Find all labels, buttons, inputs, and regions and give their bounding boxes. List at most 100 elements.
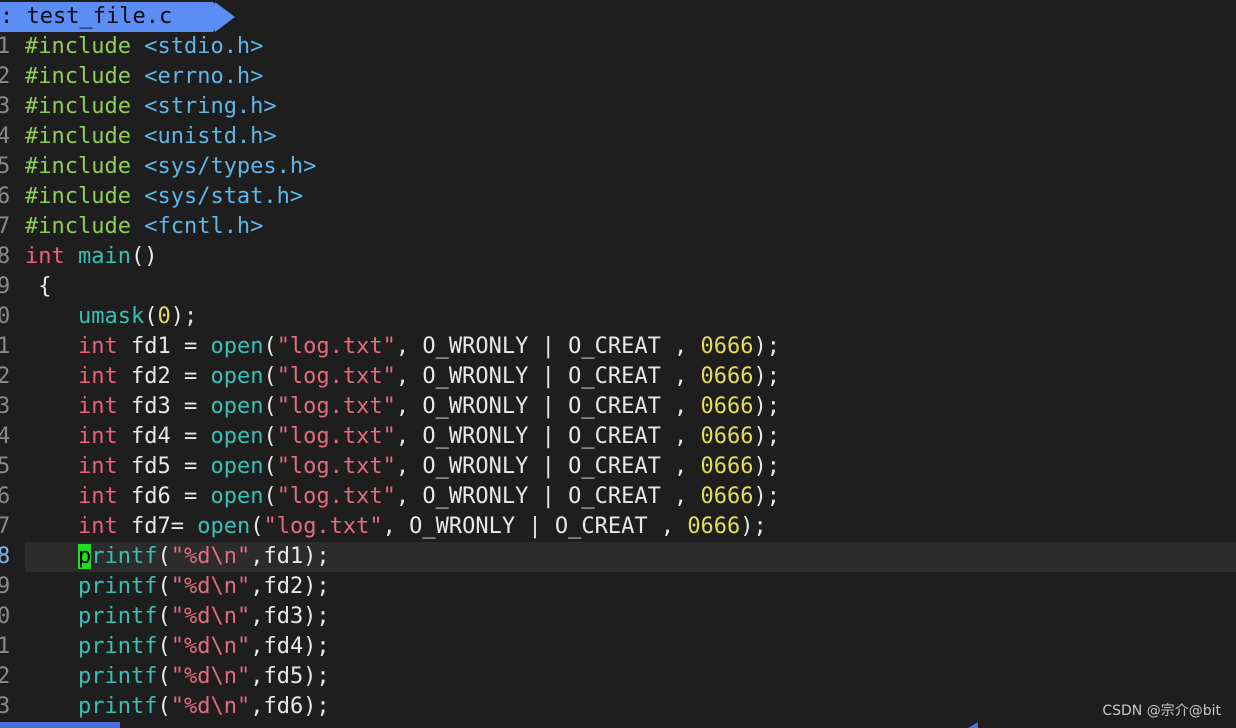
- code-token: (: [157, 664, 171, 689]
- line-code: printf("%d\n",fd6);: [25, 692, 330, 722]
- code-line[interactable]: 0 umask(0);: [0, 302, 1236, 332]
- code-token: );: [170, 304, 198, 329]
- code-token: fd4 =: [117, 424, 211, 449]
- code-line[interactable]: 3 printf("%d\n",fd6);: [0, 692, 1236, 722]
- line-code: int fd7= open("log.txt", O_WRONLY | O_CR…: [25, 512, 767, 542]
- code-token: 0666: [700, 364, 754, 389]
- line-code: #include <unistd.h>: [25, 122, 277, 152]
- code-line[interactable]: 6 int fd6 = open("log.txt", O_WRONLY | O…: [0, 482, 1236, 512]
- code-token: "%d\n": [170, 604, 251, 629]
- code-token: 0666: [687, 514, 741, 539]
- code-token: rintf: [91, 544, 158, 569]
- code-line[interactable]: 2 #include <errno.h>: [0, 62, 1236, 92]
- line-code: #include <fcntl.h>: [25, 212, 263, 242]
- tab-test-file[interactable]: : test_file.c: [0, 2, 215, 32]
- code-token: (: [157, 574, 171, 599]
- code-line-current[interactable]: 8 printf("%d\n",fd1);: [0, 542, 1236, 572]
- code-token: "log.txt": [276, 364, 396, 389]
- code-line[interactable]: 2 printf("%d\n",fd5);: [0, 662, 1236, 692]
- code-line[interactable]: 6 #include <sys/stat.h>: [0, 182, 1236, 212]
- code-token: );: [753, 394, 781, 419]
- code-line[interactable]: 1 int fd1 = open("log.txt", O_WRONLY | O…: [0, 332, 1236, 362]
- code-line[interactable]: 4 int fd4 = open("log.txt", O_WRONLY | O…: [0, 422, 1236, 452]
- code-token: ,fd3);: [250, 604, 330, 629]
- code-token: 0666: [700, 424, 754, 449]
- code-token: #include: [25, 94, 145, 119]
- code-line[interactable]: 1 printf("%d\n",fd4);: [0, 632, 1236, 662]
- code-token: #include: [25, 154, 145, 179]
- code-line[interactable]: 3 #include <string.h>: [0, 92, 1236, 122]
- code-token: 0666: [700, 394, 754, 419]
- line-code: printf("%d\n",fd5);: [25, 662, 330, 692]
- code-token: , O_WRONLY | O_CREAT ,: [395, 334, 701, 359]
- code-token: , O_WRONLY | O_CREAT ,: [382, 514, 688, 539]
- code-line[interactable]: 9 {: [0, 272, 1236, 302]
- code-token: #include: [25, 214, 145, 239]
- line-number: 7: [0, 514, 11, 539]
- code-token: );: [753, 484, 781, 509]
- statusline-left: [0, 722, 120, 728]
- code-token: printf: [77, 604, 158, 629]
- code-token: );: [753, 334, 781, 359]
- code-line[interactable]: 1 #include <stdio.h>: [0, 32, 1236, 62]
- code-line[interactable]: 0 printf("%d\n",fd3);: [0, 602, 1236, 632]
- code-token: open: [210, 394, 264, 419]
- code-area[interactable]: 1 #include <stdio.h> 2 #include <errno.h> 3 #…: [0, 32, 1236, 722]
- code-token: #include: [25, 34, 145, 59]
- line-number: 1: [0, 34, 11, 59]
- line-code: int fd5 = open("log.txt", O_WRONLY | O_C…: [25, 452, 780, 482]
- code-token: (: [263, 424, 277, 449]
- code-token: int: [77, 334, 118, 359]
- code-line[interactable]: 8 int main(): [0, 242, 1236, 272]
- code-token: open: [210, 484, 264, 509]
- code-token: main: [78, 244, 131, 269]
- code-token: (: [263, 454, 277, 479]
- line-number: 3: [0, 694, 11, 719]
- statusline-right-marker: [968, 722, 978, 728]
- line-code: int fd3 = open("log.txt", O_WRONLY | O_C…: [25, 392, 780, 422]
- code-line[interactable]: 9 printf("%d\n",fd2);: [0, 572, 1236, 602]
- code-token: fd6 =: [117, 484, 211, 509]
- code-token: (: [157, 634, 171, 659]
- code-line[interactable]: 7 int fd7= open("log.txt", O_WRONLY | O_…: [0, 512, 1236, 542]
- line-code: int fd6 = open("log.txt", O_WRONLY | O_C…: [25, 482, 780, 512]
- code-token: <unistd.h>: [144, 124, 277, 149]
- code-token: ,fd4);: [250, 634, 330, 659]
- line-code: printf("%d\n",fd4);: [25, 632, 330, 662]
- code-token: "%d\n": [170, 694, 251, 719]
- code-token: umask: [77, 304, 145, 329]
- code-token: open: [210, 364, 264, 389]
- code-line[interactable]: 2 int fd2 = open("log.txt", O_WRONLY | O…: [0, 362, 1236, 392]
- code-token: (: [263, 334, 277, 359]
- code-line[interactable]: 4 #include <unistd.h>: [0, 122, 1236, 152]
- code-token: <errno.h>: [144, 64, 264, 89]
- code-token: ,fd2);: [250, 574, 330, 599]
- code-line[interactable]: 7 #include <fcntl.h>: [0, 212, 1236, 242]
- code-token: , O_WRONLY | O_CREAT ,: [395, 454, 701, 479]
- code-token: 0666: [700, 334, 754, 359]
- code-token: 0666: [700, 484, 754, 509]
- code-token: <string.h>: [144, 94, 277, 119]
- code-line[interactable]: 3 int fd3 = open("log.txt", O_WRONLY | O…: [0, 392, 1236, 422]
- code-line[interactable]: 5 int fd5 = open("log.txt", O_WRONLY | O…: [0, 452, 1236, 482]
- code-token: <stdio.h>: [144, 34, 264, 59]
- code-line[interactable]: 5 #include <sys/types.h>: [0, 152, 1236, 182]
- code-token: (: [263, 364, 277, 389]
- line-number: 5: [0, 454, 11, 479]
- code-token: "%d\n": [170, 634, 251, 659]
- code-token: "log.txt": [276, 424, 396, 449]
- code-token: open: [210, 334, 264, 359]
- line-number: 6: [0, 184, 11, 209]
- code-token: "%d\n": [170, 664, 251, 689]
- vim-editor[interactable]: : test_file.c 1 #include <stdio.h> 2 #inclu…: [0, 0, 1236, 728]
